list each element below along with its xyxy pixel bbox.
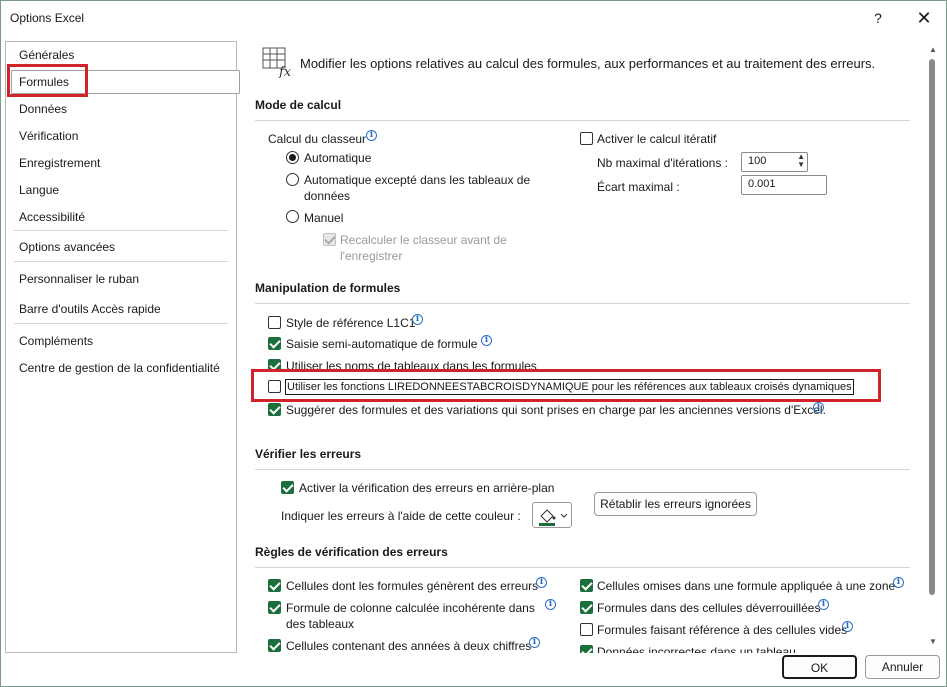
formules-highlight-box [7,64,88,97]
section-divider [255,120,910,121]
radio-auto-except-label-2: données [304,189,351,203]
rule-label: Données incorrectes dans un tableau [597,645,796,653]
max-iterations-label: Nb maximal d'itérations : [597,156,729,170]
sidebar: Générales Formules Données Vérification … [5,41,240,653]
info-icon: i [842,621,853,632]
sidebar-item-confidentialite[interactable]: Centre de gestion de la confidentialité [19,361,220,375]
info-icon: i [529,637,540,648]
radio-automatic-label: Automatique [304,151,372,165]
sidebar-item-accessibilite[interactable]: Accessibilité [19,210,85,224]
max-change-value: 0.001 [748,178,776,190]
r1c1-checkbox[interactable] [268,316,281,329]
rule-label: Formule de colonne calculée incohérente … [286,601,535,615]
info-icon: i [412,314,423,325]
sidebar-item-complements[interactable]: Compléments [19,334,93,348]
sidebar-item-verification[interactable]: Vérification [19,129,78,143]
rule-label: Formules dans des cellules déverrouillée… [597,601,821,615]
cancel-button[interactable]: Annuler [865,655,940,679]
radio-manual[interactable] [286,210,299,223]
sidebar-item-generales[interactable]: Générales [19,48,74,62]
rule-label: Formules faisant référence à des cellule… [597,623,848,637]
r1c1-label: Style de référence L1C1 [286,316,416,330]
max-iterations-value: 100 [748,155,767,167]
iterative-calc-label: Activer le calcul itératif [597,132,717,146]
info-icon: i [818,599,829,610]
rule-checkbox[interactable] [268,601,281,614]
radio-auto-except-tables[interactable] [286,173,299,186]
help-button[interactable]: ? [867,8,889,28]
section-title-errors: Vérifier les erreurs [255,447,362,461]
sidebar-item-donnees[interactable]: Données [19,102,67,116]
section-title-rules: Règles de vérification des erreurs [255,545,448,559]
info-icon: i [893,577,904,588]
radio-auto-except-label: Automatique excepté dans les tableaux de [304,173,531,187]
sidebar-item-options-avancees[interactable]: Options avancées [19,240,115,254]
close-button[interactable]: ✕ [912,6,936,30]
recalc-before-save-label-2: l'enregistrer [340,249,403,263]
rule-checkbox[interactable] [580,623,593,636]
scroll-down-icon[interactable]: ▼ [927,637,939,646]
spinner-arrows[interactable]: ▲ ▼ [797,153,805,169]
suggest-legacy-label: Suggérer des formules et des variations … [286,403,826,417]
error-color-label: Indiquer les erreurs à l'aide de cette c… [281,509,521,523]
max-change-label: Écart maximal : [597,180,680,194]
rule-label-2: des tableaux [286,617,355,631]
background-check-checkbox[interactable] [281,481,294,494]
section-divider [255,303,910,304]
autocomplete-checkbox[interactable] [268,337,281,350]
info-icon: i [545,599,556,610]
info-icon: i [481,335,492,346]
info-icon: i [366,130,377,141]
sidebar-divider [14,261,228,262]
rule-label: Cellules dont les formules génèrent des … [286,579,539,593]
getpivotdata-highlight-box [251,369,881,402]
vertical-scrollbar[interactable]: ▲ ▼ [926,41,940,653]
sidebar-item-enregistrement[interactable]: Enregistrement [19,156,100,170]
max-iterations-input[interactable]: 100 ▲ ▼ [741,152,808,172]
rule-checkbox[interactable] [268,579,281,592]
rule-checkbox[interactable] [580,645,593,653]
radio-manual-label: Manuel [304,211,344,225]
reset-ignored-errors-button[interactable]: Rétablir les erreurs ignorées [594,492,757,516]
dialog-title: Options Excel [10,11,85,25]
background-check-label: Activer la vérification des erreurs en a… [299,481,555,495]
sidebar-item-langue[interactable]: Langue [19,183,59,197]
ok-button[interactable]: OK [782,655,857,679]
rule-checkbox[interactable] [580,579,593,592]
rule-label: Cellules contenant des années à deux chi… [286,639,532,653]
section-divider [255,469,910,470]
max-change-input[interactable]: 0.001 [741,175,827,195]
section-title-calc: Mode de calcul [255,98,342,112]
radio-automatic[interactable] [286,151,299,164]
error-color-picker[interactable] [532,502,572,528]
recalc-before-save-label: Recalculer le classeur avant de [340,233,507,247]
section-divider [255,567,910,568]
paint-bucket-icon [539,509,568,526]
formula-options-icon: fx [262,47,292,78]
info-icon: i [813,402,824,413]
sidebar-divider [14,323,228,324]
recalc-before-save-checkbox[interactable] [323,233,336,246]
svg-text:fx: fx [278,65,292,78]
suggest-legacy-checkbox[interactable] [268,403,281,416]
workbook-calc-label: Calcul du classeur [268,132,367,146]
scroll-up-icon[interactable]: ▲ [927,45,939,54]
autocomplete-label: Saisie semi-automatique de formule [286,337,478,351]
rule-checkbox[interactable] [268,639,281,652]
title-bar: Options Excel ? ✕ [1,1,947,35]
formulas-panel: fx Modifier les options relatives au cal… [239,41,922,653]
iterative-calc-checkbox[interactable] [580,132,593,145]
options-dialog: Options Excel ? ✕ Générales Formules Don… [0,0,947,687]
info-icon: i [536,577,547,588]
sidebar-item-acces-rapide[interactable]: Barre d'outils Accès rapide [19,302,161,316]
panel-description: Modifier les options relatives au calcul… [300,56,876,71]
sidebar-divider [14,230,228,231]
rule-checkbox[interactable] [580,601,593,614]
sidebar-item-ruban[interactable]: Personnaliser le ruban [19,272,139,286]
section-title-formulas: Manipulation de formules [255,281,401,295]
rule-label: Cellules omises dans une formule appliqu… [597,579,896,593]
scroll-thumb[interactable] [929,59,935,595]
